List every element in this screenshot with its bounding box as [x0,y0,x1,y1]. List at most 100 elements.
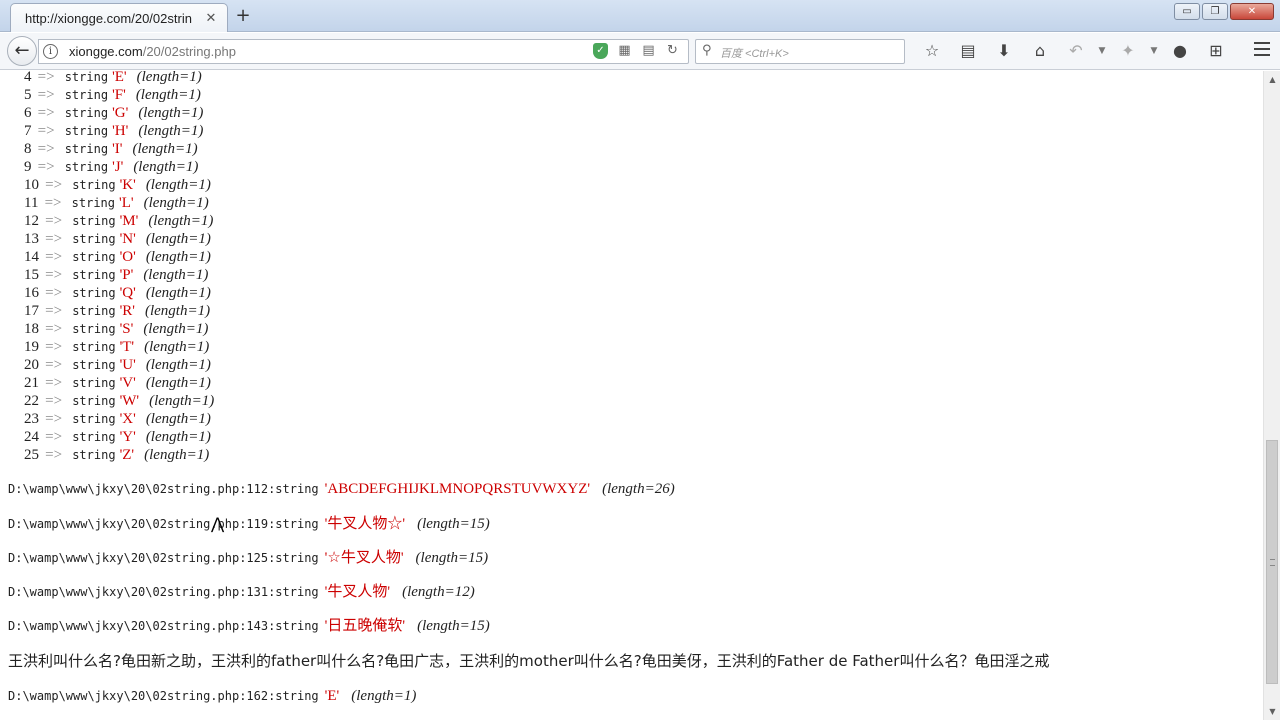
reload-icon[interactable]: ↻ [665,43,680,59]
string-value: 'E' [112,71,127,85]
row-type: string [72,340,116,354]
dump-row: 4 => string 'E' (length=1) [24,71,202,87]
toolbar: ☆ ▤ ⬇ ⌂ ↶ ▼ ✦ ▼ ● ⊞ [914,40,1234,62]
row-type: string [72,304,116,318]
string-value: 'I' [112,141,123,157]
undo-icon[interactable]: ↶ [1058,40,1094,62]
row-index: 13 [24,231,39,247]
row-index: 24 [24,429,39,445]
string-value: 'H' [112,123,129,139]
dump-row: 22 => string 'W' (length=1) [24,393,214,411]
search-box[interactable]: ⚲ 百度 <Ctrl+K> [695,39,905,64]
scroll-up-icon[interactable]: ▲ [1264,71,1280,88]
dump-row: 9 => string 'J' (length=1) [24,159,198,177]
navigation-bar: ← i xiongge.com/20/02string.php ✓ ▦ ▤ ↻ … [0,33,1280,70]
qr-code-icon[interactable]: ▦ [617,43,632,59]
row-type: string [72,268,116,282]
row-arrow: => [45,303,63,319]
string-length: (length=15) [415,550,489,566]
string-value: 'K' [119,177,136,193]
string-value: '日五晚俺软' [324,618,406,634]
tab-active[interactable]: http://xiongge.com/20/02strin ✕ [10,3,228,32]
shield-icon[interactable]: ✓ [593,43,608,59]
string-value: 'J' [112,159,124,175]
row-type: string [64,142,109,156]
dump-row: 12 => string 'M' (length=1) [24,213,213,231]
row-arrow: => [37,71,55,85]
string-length: (length=1) [136,71,202,85]
reader-view-icon[interactable]: ▤ [641,43,656,59]
row-index: 18 [24,321,39,337]
home-icon[interactable]: ⌂ [1022,40,1058,62]
vertical-scrollbar[interactable]: ▲ ▼ [1263,71,1280,720]
dump-line-162: D:\wamp\www\jkxy\20\02string.php:162:str… [8,685,416,705]
string-length: (length=1) [145,411,211,427]
string-value: 'F' [112,87,126,103]
address-bar[interactable]: i xiongge.com/20/02string.php ✓ ▦ ▤ ↻ [38,39,689,64]
row-index: 17 [24,303,39,319]
file-path: D:\wamp\www\jkxy\20\02string.php:143:str… [8,619,319,633]
row-arrow: => [45,411,63,427]
star-icon[interactable]: ☆ [914,40,950,62]
string-length: (length=1) [132,141,198,157]
close-tab-icon[interactable]: ✕ [203,11,219,26]
dump-line-131: D:\wamp\www\jkxy\20\02string.php:131:str… [8,580,475,600]
close-window-icon[interactable]: ✕ [1230,3,1274,20]
dump-row: 23 => string 'X' (length=1) [24,411,211,429]
reader-icon[interactable]: ▤ [950,40,986,62]
crop-icon[interactable]: ⊞ [1198,40,1234,62]
row-arrow: => [45,285,63,301]
chat-icon[interactable]: ● [1162,40,1198,62]
minimize-icon[interactable]: ▭ [1174,3,1200,20]
row-index: 14 [24,249,39,265]
row-arrow: => [45,213,63,229]
extension-icon[interactable]: ✦ [1110,40,1146,62]
scrollbar-thumb[interactable] [1266,440,1278,684]
echo-output-text: 王洪利叫什么名?龟田新之助，王洪利的father叫什么名?龟田广志，王洪利的mo… [8,652,1050,670]
back-arrow-icon: ← [14,40,30,61]
row-index: 11 [24,195,39,211]
string-length: (length=1) [133,159,199,175]
row-type: string [72,214,116,228]
download-icon[interactable]: ⬇ [986,40,1022,62]
site-info-icon[interactable]: i [43,44,58,59]
dropdown-icon[interactable]: ▼ [1094,40,1110,62]
scroll-down-icon[interactable]: ▼ [1264,703,1280,720]
dump-line-119: D:\wamp\www\jkxy\20\02string.php:119:str… [8,512,490,532]
string-value: 'O' [119,249,136,265]
row-index: 19 [24,339,39,355]
dump-row: 11 => string 'L' (length=1) [24,195,209,213]
dump-row: 19 => string 'T' (length=1) [24,339,209,357]
window-controls: ▭ ❐ ✕ [1174,3,1274,20]
string-value: 'W' [119,393,140,409]
back-button[interactable]: ← [7,36,37,66]
row-type: string [72,322,116,336]
new-tab-button[interactable]: + [234,6,252,26]
file-path: D:\wamp\www\jkxy\20\02string.php:112:str… [8,482,319,496]
string-value: 'M' [119,213,139,229]
string-value: 'T' [119,339,135,355]
row-arrow: => [37,159,55,175]
row-index: 15 [24,267,39,283]
menu-icon[interactable] [1254,42,1270,60]
string-length: (length=1) [143,195,209,211]
row-arrow: => [45,393,63,409]
dump-line-143: D:\wamp\www\jkxy\20\02string.php:143:str… [8,614,490,634]
string-length: (length=1) [135,87,201,103]
restore-icon[interactable]: ❐ [1202,3,1228,20]
url-text[interactable]: xiongge.com/20/02string.php [69,44,236,59]
dropdown-icon[interactable]: ▼ [1146,40,1162,62]
row-type: string [72,250,116,264]
search-icon: ⚲ [702,43,712,58]
grip-icon [1270,559,1275,566]
file-path: D:\wamp\www\jkxy\20\02string.php:131:str… [8,585,319,599]
row-index: 22 [24,393,39,409]
row-index: 9 [24,159,32,175]
search-placeholder: 百度 <Ctrl+K> [720,48,789,60]
string-length: (length=1) [143,267,209,283]
row-index: 25 [24,447,39,463]
dump-row: 13 => string 'N' (length=1) [24,231,211,249]
dump-row: 14 => string 'O' (length=1) [24,249,211,267]
dump-row: 25 => string 'Z' (length=1) [24,447,209,465]
dump-row: 21 => string 'V' (length=1) [24,375,211,393]
